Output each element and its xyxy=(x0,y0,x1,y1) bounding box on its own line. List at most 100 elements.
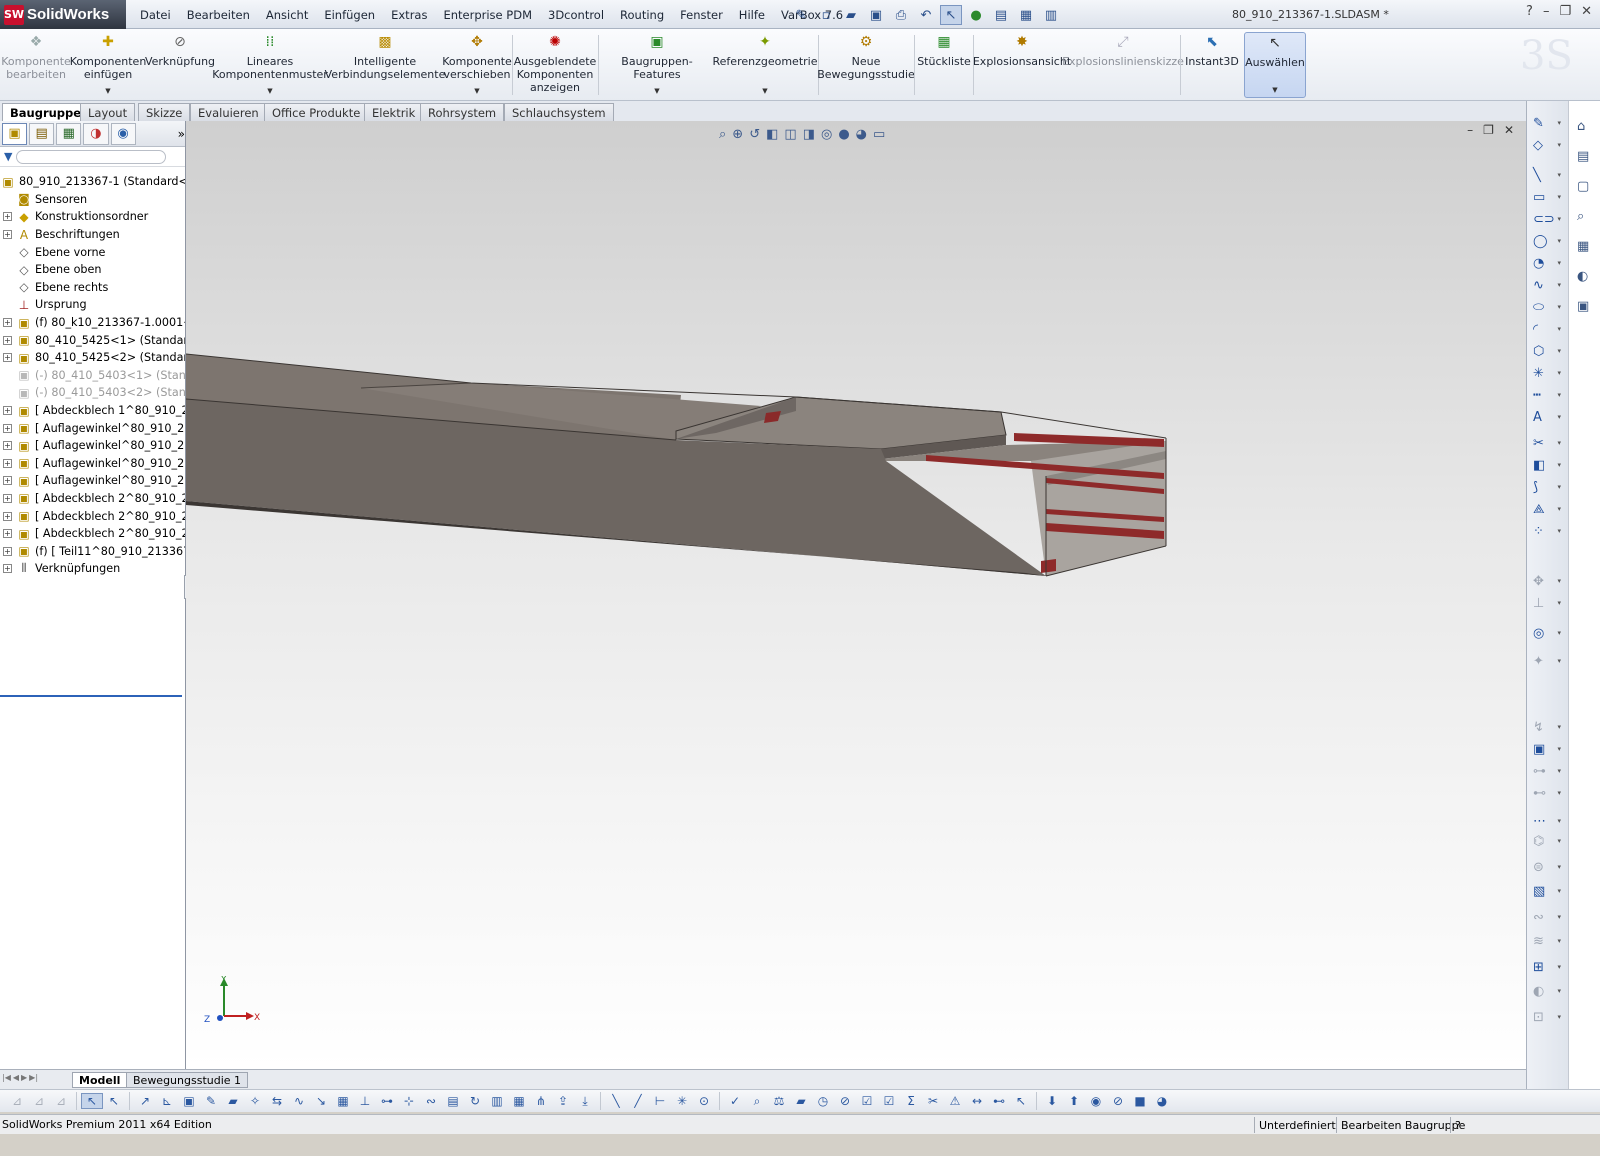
rotate-icon[interactable]: ↻ xyxy=(464,1094,486,1108)
sketch-numeric-icon[interactable]: ⊡ ▾ xyxy=(1533,1007,1561,1027)
tab-schlauchsystem[interactable]: Schlauchsystem xyxy=(504,103,614,121)
lineares-komponentenmuster-button[interactable]: ⁞⁞ Lineares Komponentenmuster ▼ xyxy=(212,32,328,98)
auswaehlen-button[interactable]: ↖ Auswählen ▼ xyxy=(1244,32,1306,98)
measure-icon[interactable]: ╲ xyxy=(605,1094,627,1108)
menu-fenster[interactable]: Fenster xyxy=(672,8,731,22)
tree-item[interactable]: + ▣ [ Abdeckblech 1^80_910_213: xyxy=(0,402,185,420)
box2-icon[interactable]: ▤ xyxy=(442,1094,464,1108)
menu-enterprise-pdm[interactable]: Enterprise PDM xyxy=(435,8,540,22)
solidworks-logo[interactable]: SW SolidWorks xyxy=(0,0,126,29)
menu-3dcontrol[interactable]: 3Dcontrol xyxy=(540,8,612,22)
configuration-manager-tab-icon[interactable]: ▦ xyxy=(56,122,82,145)
filter-edges-icon[interactable]: ⊿ xyxy=(50,1094,72,1108)
expand-icon[interactable]: + xyxy=(3,458,12,468)
gauge-icon[interactable]: ◷ xyxy=(812,1094,834,1108)
verknuepfung-button[interactable]: ⊘ Verknüpfung xyxy=(145,32,215,98)
explosionsansicht-button[interactable]: ✸ Explosionsansicht xyxy=(973,32,1071,98)
graphics-viewport[interactable]: ⌕ ⊕ ↺ ◧ ◫ ◨ ◎ ● ◕ ▭ – ❐ ✕ Y X Z xyxy=(186,121,1526,1069)
select-icon[interactable]: ↖ xyxy=(81,1093,103,1109)
pin-icon[interactable]: ✎ xyxy=(790,5,812,25)
dimension2-icon[interactable]: ↔ xyxy=(966,1094,988,1108)
balance-icon[interactable]: ⚖ xyxy=(768,1094,790,1108)
tree-item[interactable]: ◇ Ebene oben xyxy=(0,261,185,279)
last-tab-icon[interactable]: ▶| xyxy=(29,1073,38,1082)
display-manager-tab-icon[interactable]: ◑ xyxy=(83,122,109,145)
instant3d-button[interactable]: ⬉ Instant3D xyxy=(1184,32,1240,98)
tab-elektrik[interactable]: Elektrik xyxy=(364,103,424,121)
stueckliste-button[interactable]: ▦ Stückliste xyxy=(917,32,971,98)
expand-icon[interactable]: + xyxy=(3,511,12,521)
convert-entities-icon[interactable]: ◧ ▾ xyxy=(1533,455,1561,475)
minimize-icon[interactable]: – xyxy=(1543,4,1550,19)
link2-icon[interactable]: ⊷ xyxy=(988,1094,1010,1108)
chevron-down-icon[interactable]: ▼ xyxy=(654,85,659,98)
expand-icon[interactable]: + xyxy=(3,476,12,486)
tab-skizze[interactable]: Skizze xyxy=(138,103,191,121)
custom-properties-icon[interactable]: ▣ xyxy=(1577,299,1589,314)
menu-datei[interactable]: Datei xyxy=(132,8,179,22)
rollback-bar[interactable] xyxy=(0,695,182,697)
menu-hilfe[interactable]: Hilfe xyxy=(731,8,773,22)
help-icon[interactable]: ? xyxy=(1526,4,1533,19)
tree-item[interactable]: ⊥ Ursprung xyxy=(0,296,185,314)
chevron-down-icon[interactable]: ▼ xyxy=(1272,84,1277,97)
ausgeblendete-komponenten-button[interactable]: ✺ Ausgeblendete Komponenten anzeigen xyxy=(514,32,597,98)
relations-icon[interactable]: ⊥ ▾ xyxy=(1533,593,1561,613)
dimension-icon[interactable]: ⊥ xyxy=(354,1094,376,1108)
line-icon[interactable]: ╲ ▾ xyxy=(1533,165,1561,185)
menu-einfuegen[interactable]: Einfügen xyxy=(316,8,383,22)
komponente-bearbeiten-button[interactable]: ❖ Komponente bearbeiten xyxy=(1,32,71,98)
neue-bewegungsstudie-button[interactable]: ⚙ Neue Bewegungsstudie xyxy=(817,32,915,98)
shaded-sketch-icon[interactable]: ◐ ▾ xyxy=(1533,981,1561,1001)
folder2-icon[interactable]: ▰ xyxy=(790,1094,812,1108)
lock-icon[interactable]: ⊘ xyxy=(834,1094,856,1108)
edge-icon[interactable]: ╱ xyxy=(627,1094,649,1108)
customize-icon[interactable]: ▥ xyxy=(1040,5,1062,25)
save-icon[interactable]: ▣ xyxy=(865,5,887,25)
cut-icon[interactable]: ⤓ xyxy=(574,1094,596,1109)
chevron-down-icon[interactable]: ▼ xyxy=(267,85,272,98)
import-icon[interactable]: ⬇ xyxy=(1041,1094,1063,1108)
tree-item[interactable]: + ▣ (f) [ Teil11^80_910_213367-1 xyxy=(0,542,185,560)
tab-layout[interactable]: Layout xyxy=(80,103,136,121)
menu-routing[interactable]: Routing xyxy=(612,8,672,22)
expand-icon[interactable]: + xyxy=(3,441,12,451)
filter-input[interactable] xyxy=(16,149,167,164)
view-palette-icon[interactable]: ▦ xyxy=(1577,239,1589,254)
status-help-icon[interactable]: ? xyxy=(1450,1117,1461,1133)
filter-faces-icon[interactable]: ⊿ xyxy=(28,1094,50,1108)
solidworks-resources-icon[interactable]: ⌂ xyxy=(1577,119,1585,134)
tab-office-produkte[interactable]: Office Produkte xyxy=(264,103,369,121)
design-library-icon[interactable]: ▤ xyxy=(1577,149,1589,164)
select-arrow-icon[interactable]: ↖ xyxy=(103,1094,125,1108)
tree-item[interactable]: ▣ (-) 80_410_5403<2> (Standar xyxy=(0,384,185,402)
tree-item[interactable]: + ▣ [ Abdeckblech 2^80_910_213: xyxy=(0,507,185,525)
block-icon[interactable]: ▣ ▾ xyxy=(1533,739,1561,759)
rebuild-block-icon[interactable]: ⌬ ▾ xyxy=(1533,831,1561,851)
expand-icon[interactable]: + xyxy=(3,230,12,240)
fork-icon[interactable]: ⋔ xyxy=(530,1094,552,1108)
tree-item[interactable]: + ▣ (f) 80_k10_213367-1.0001<1: xyxy=(0,314,185,332)
tree-item[interactable]: ◇ Ebene vorne xyxy=(0,243,185,261)
pattern-icon[interactable]: ⁘ ▾ xyxy=(1533,521,1561,541)
hole-icon[interactable]: ⊙ xyxy=(693,1094,715,1108)
curve-icon[interactable]: ∾ ▾ xyxy=(1533,907,1561,927)
tab-bewegungsstudie[interactable]: Bewegungsstudie 1 xyxy=(126,1072,249,1088)
baugruppen-features-button[interactable]: ▣ Baugruppen-Features ▼ xyxy=(602,32,712,98)
dimension-palette-icon[interactable]: ⊞ ▾ xyxy=(1533,957,1561,977)
chart-icon[interactable]: ▥ xyxy=(486,1094,508,1108)
filter-icon[interactable]: ▼ xyxy=(4,150,12,163)
angle-icon[interactable]: ⊾ xyxy=(156,1094,178,1108)
tree-item[interactable]: + ▣ 80_410_5425<2> (Standard< xyxy=(0,349,185,367)
insert-block-icon[interactable]: ⊶ ▾ xyxy=(1533,761,1561,781)
close-icon[interactable]: ✕ xyxy=(1581,4,1592,19)
menu-ansicht[interactable]: Ansicht xyxy=(258,8,316,22)
referenzgeometrie-button[interactable]: ✦ Referenzgeometrie ▼ xyxy=(713,32,818,98)
cursor-icon[interactable]: ↘ xyxy=(310,1094,332,1108)
select-cursor-icon[interactable]: ↖ xyxy=(940,5,962,25)
sketch-pen-icon[interactable]: ✎ xyxy=(200,1094,222,1108)
explosionslinienskizze-button[interactable]: ⤢ Explosionslinienskizze xyxy=(1062,32,1184,98)
spline-icon[interactable]: ∿ ▾ xyxy=(1533,275,1561,295)
graph-icon[interactable]: ⊹ xyxy=(398,1094,420,1108)
color-wheel-icon[interactable]: ◕ xyxy=(1151,1094,1173,1108)
